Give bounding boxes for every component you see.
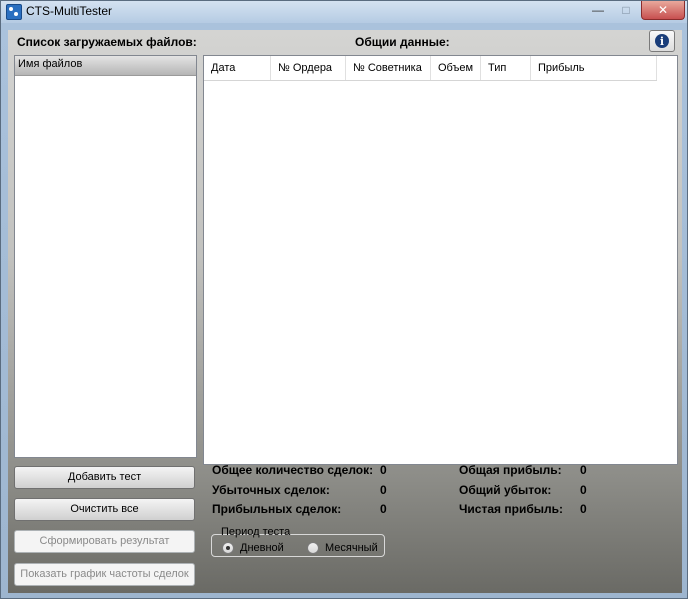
loss-deals-label: Убыточных сделок:	[212, 483, 330, 497]
app-icon	[6, 4, 22, 20]
test-period-legend: Период теста	[221, 526, 291, 538]
test-period-group: Период теста Дневной Месячный	[211, 526, 385, 557]
column-header-advisor[interactable]: № Советника	[346, 56, 431, 80]
total-profit-value: 0	[580, 463, 587, 477]
file-list[interactable]: Имя файлов	[14, 55, 197, 458]
column-header-date[interactable]: Дата	[204, 56, 271, 80]
total-loss-value: 0	[580, 483, 587, 497]
minimize-button[interactable]: —	[585, 1, 611, 19]
info-button[interactable]: i	[649, 30, 675, 52]
radio-daily-label: Дневной	[240, 542, 284, 554]
info-icon: i	[655, 34, 669, 48]
clear-all-button[interactable]: Очистить все	[14, 498, 195, 521]
build-result-button[interactable]: Сформировать результат	[14, 530, 195, 553]
close-button[interactable]: ✕	[641, 1, 685, 20]
radio-monthly[interactable]: Месячный	[307, 542, 378, 554]
radio-daily-indicator[interactable]	[222, 542, 234, 554]
column-header-profit[interactable]: Прибыль	[531, 56, 657, 80]
column-header-order[interactable]: № Ордера	[271, 56, 346, 80]
general-data-title: Общии данные:	[355, 35, 450, 49]
total-loss-label: Общий убыток:	[459, 483, 552, 497]
title-bar[interactable]: CTS-MultiTester — □ ✕	[1, 1, 687, 23]
net-profit-label: Чистая прибыль:	[459, 502, 563, 516]
file-list-title: Список загружаемых файлов:	[17, 35, 197, 49]
profit-deals-label: Прибыльных сделок:	[212, 502, 342, 516]
loss-deals-value: 0	[380, 483, 387, 497]
client-area: Список загружаемых файлов: Общии данные:…	[8, 30, 682, 593]
column-header-volume[interactable]: Объем	[431, 56, 481, 80]
window-title: CTS-MultiTester	[26, 4, 113, 18]
total-profit-label: Общая прибыль:	[459, 463, 562, 477]
total-deals-value: 0	[380, 463, 387, 477]
show-chart-button[interactable]: Показать график частоты сделок	[14, 563, 195, 586]
grid-header: Дата № Ордера № Советника Объем Тип Приб…	[204, 56, 657, 81]
net-profit-value: 0	[580, 502, 587, 516]
total-deals-label: Общее количество сделок:	[212, 463, 374, 477]
file-list-header[interactable]: Имя файлов	[15, 56, 196, 76]
radio-monthly-indicator[interactable]	[307, 542, 319, 554]
radio-daily[interactable]: Дневной	[222, 542, 284, 554]
maximize-button[interactable]: □	[613, 1, 639, 19]
deals-grid[interactable]: Дата № Ордера № Советника Объем Тип Приб…	[203, 55, 678, 465]
radio-monthly-label: Месячный	[325, 542, 378, 554]
profit-deals-value: 0	[380, 502, 387, 516]
app-window: CTS-MultiTester — □ ✕ Список загружаемых…	[0, 0, 688, 599]
column-header-type[interactable]: Тип	[481, 56, 531, 80]
add-test-button[interactable]: Добавить тест	[14, 466, 195, 489]
